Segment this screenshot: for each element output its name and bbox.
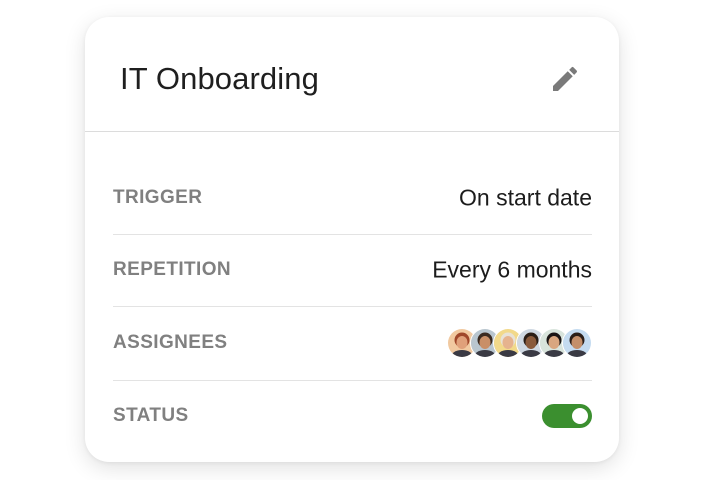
- repetition-row: REPETITION Every 6 months: [113, 234, 592, 307]
- pencil-icon: [553, 66, 578, 91]
- repetition-label: REPETITION: [113, 259, 232, 280]
- assignees-label: ASSIGNEES: [113, 332, 228, 353]
- card-title: IT Onboarding: [120, 61, 319, 96]
- avatar[interactable]: [562, 328, 592, 358]
- card-header: IT Onboarding: [85, 17, 619, 132]
- trigger-label: TRIGGER: [113, 187, 203, 208]
- assignee-avatars[interactable]: [447, 328, 592, 358]
- status-label: STATUS: [113, 405, 189, 426]
- trigger-row: TRIGGER On start date: [113, 162, 592, 235]
- assignees-row: ASSIGNEES: [113, 306, 592, 381]
- status-toggle[interactable]: [542, 404, 592, 428]
- person-avatar-icon: [563, 329, 591, 357]
- workflow-card: IT Onboarding TRIGGER On start date REPE…: [85, 17, 619, 462]
- edit-button[interactable]: [543, 61, 587, 97]
- repetition-value: Every 6 months: [432, 256, 592, 283]
- status-row: STATUS: [113, 380, 592, 452]
- toggle-knob: [572, 408, 588, 424]
- trigger-value: On start date: [459, 184, 592, 211]
